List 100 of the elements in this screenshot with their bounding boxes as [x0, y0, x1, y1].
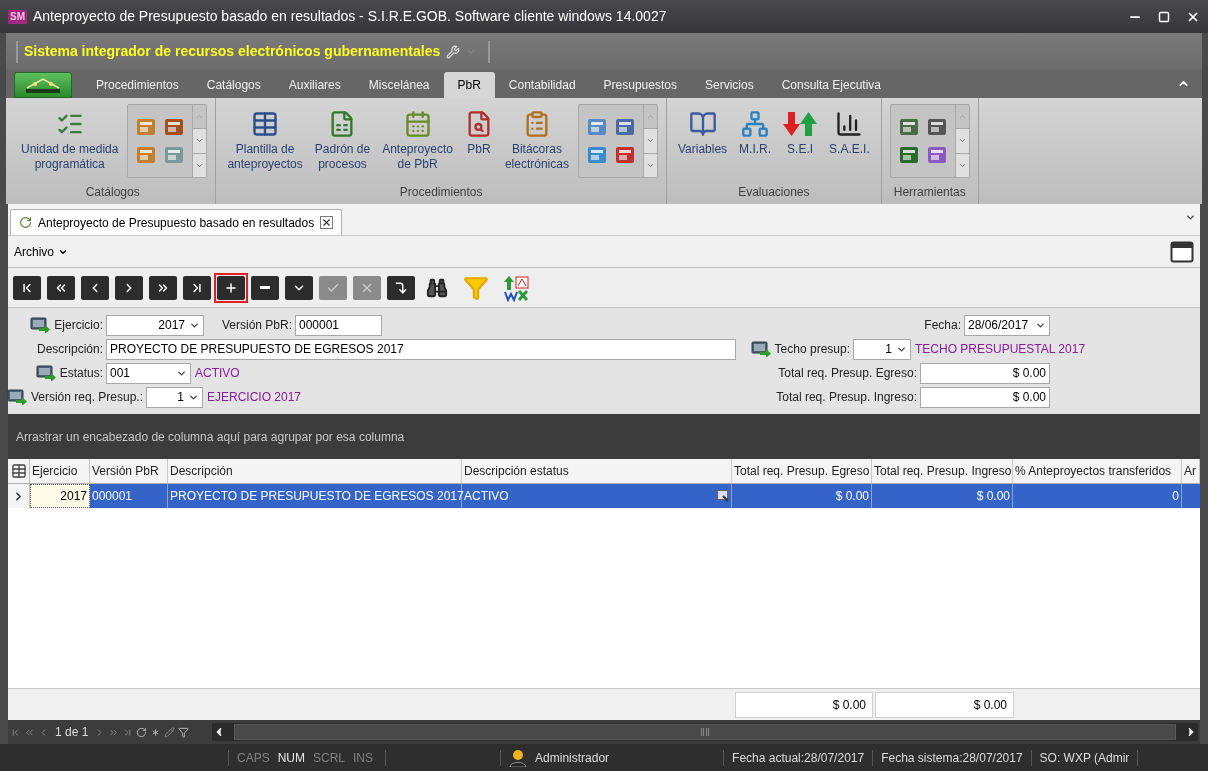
dropdown-field[interactable]: 28/06/2017 [964, 314, 1050, 336]
prev-page-button[interactable] [47, 275, 75, 300]
remove-button[interactable] [251, 275, 279, 300]
next-page-button[interactable] [149, 275, 177, 300]
archivo-menu[interactable]: Archivo [14, 242, 68, 261]
field-label: Descripción: [36, 341, 103, 358]
dropdown-field[interactable]: 1 [146, 386, 203, 408]
tile-icon[interactable] [164, 145, 185, 165]
logo-icon [23, 76, 63, 94]
app-menu-tab[interactable] [14, 72, 72, 98]
input-field[interactable]: PROYECTO DE PRESUPUESTO DE EGRESOS 2017 [106, 338, 736, 360]
maximize-icon[interactable] [1158, 10, 1170, 23]
first-button[interactable] [13, 275, 41, 300]
tile-icon[interactable] [898, 145, 919, 165]
last-button[interactable] [183, 275, 211, 300]
column-header[interactable]: Descripción estatus [462, 459, 732, 483]
ribbon-button[interactable]: PbR [461, 102, 496, 157]
ribbon-button[interactable]: S.A.E.I. [826, 102, 873, 157]
app-logo: SM [8, 9, 27, 24]
key-indicator: CAPS [237, 749, 270, 767]
column-header[interactable]: Ar [1182, 459, 1200, 483]
dropdown-field[interactable]: 1 [853, 338, 911, 360]
refresh-button[interactable] [387, 275, 415, 300]
window-title: Anteproyecto de Presupuesto basado en resultados - S.I.R.E.GOB. Software cliente windows 14.0027 [33, 7, 667, 26]
wrench-icon[interactable] [446, 44, 461, 59]
prev-button[interactable] [81, 275, 109, 300]
input-field[interactable]: $ 0.00 [920, 362, 1050, 384]
ribbon-tab[interactable]: Auxiliares [274, 72, 355, 98]
field-label: Techo presup: [774, 341, 850, 358]
field-description: EJERCICIO 2017 [207, 389, 302, 406]
edit-button[interactable] [285, 275, 313, 300]
table-row[interactable]: 2017 000001 PROYECTO DE PRESUPUESTO DE EGRESOS 2017ACTIVO $ 0.00 $ 0.00 0 [8, 484, 1200, 508]
tile-icon[interactable] [136, 145, 157, 165]
column-header[interactable]: % Anteproyectos transferidos [1013, 459, 1182, 483]
icon-gallery[interactable] [127, 104, 208, 178]
field-label: Total req. Presup. Ingreso: [776, 389, 917, 406]
tile-icon[interactable] [586, 145, 607, 165]
ribbon-tab[interactable]: Procedimientos [82, 72, 193, 98]
ribbon-button[interactable]: Padrón de procesos [311, 102, 374, 172]
status-item: Fecha sistema:28/07/2017 [881, 749, 1023, 767]
scroll-thumb[interactable] [234, 724, 1176, 740]
funnel-icon[interactable] [178, 726, 190, 738]
tab-list-icon[interactable] [1185, 212, 1196, 223]
field-value: 2017 [157, 317, 185, 334]
document-tab[interactable]: Anteproyecto de Presupuesto basado en resultados [10, 209, 343, 235]
ribbon-tab[interactable]: Servicios [690, 72, 768, 98]
field-value: 001 [110, 365, 132, 382]
table-cell: 2017 [30, 484, 90, 508]
tile-icon[interactable] [898, 117, 919, 137]
tile-icon[interactable] [136, 117, 157, 137]
export-icon [503, 273, 531, 302]
icon-gallery[interactable] [577, 104, 658, 178]
key-indicator: NUM [277, 749, 305, 767]
tile-icon[interactable] [926, 117, 947, 137]
ribbon-tab[interactable]: Miscelánea [354, 72, 444, 98]
tile-icon[interactable] [614, 145, 635, 165]
column-header[interactable]: Total req. Presup. Egreso [732, 459, 872, 483]
ribbon-button[interactable]: S.E.I [780, 102, 821, 157]
ribbon-button[interactable]: Unidad de medida programática [18, 102, 122, 172]
dropdown-field[interactable]: 001 [106, 362, 191, 384]
ribbon-button[interactable]: Bitácoras electrónicas [501, 102, 572, 172]
refresh-icon[interactable] [136, 726, 148, 738]
ribbon-group-label: Evaluaciones [737, 184, 811, 201]
close-icon[interactable] [320, 216, 334, 229]
tile-icon[interactable] [586, 117, 607, 137]
field-value: 1 [884, 341, 892, 358]
icon-gallery[interactable] [889, 104, 970, 178]
horizontal-scrollbar[interactable] [212, 723, 1198, 741]
ribbon-tab[interactable]: Presupuestos [589, 72, 691, 98]
total-cell: $ 0.00 [735, 691, 873, 718]
input-field[interactable]: 000001 [295, 314, 382, 336]
field-value: PROYECTO DE PRESUPUESTO DE EGRESOS 2017 [110, 341, 405, 358]
ribbon-button[interactable]: Anteproyecto de PbR [379, 102, 456, 172]
ribbon-tab[interactable]: Contabilidad [494, 72, 590, 98]
ribbon-group-label: Herramientas [892, 184, 967, 201]
field-value: $ 0.00 [1011, 389, 1046, 406]
column-header[interactable]: Total req. Presup. Ingreso [872, 459, 1013, 483]
record-counter: 1 de 1 [55, 724, 89, 741]
plus-icon [224, 280, 238, 295]
tile-icon[interactable] [614, 117, 635, 137]
book-icon [688, 110, 717, 138]
ribbon-button[interactable]: M.I.R. [736, 102, 775, 157]
first-record-icon[interactable] [10, 726, 21, 738]
user-name: Administrador [535, 749, 611, 767]
column-header[interactable]: Descripción [168, 459, 462, 483]
next-button[interactable] [115, 275, 143, 300]
tile-icon[interactable] [926, 145, 947, 165]
ribbon-button[interactable]: Plantilla de anteproyectos [224, 102, 306, 172]
input-field[interactable]: $ 0.00 [920, 386, 1050, 408]
column-header[interactable]: Versión PbR [90, 459, 168, 483]
edit-icon[interactable] [164, 726, 176, 738]
funnel-icon [463, 274, 489, 301]
tile-icon[interactable] [164, 117, 185, 137]
column-header[interactable]: Ejercicio [30, 459, 90, 483]
ribbon-tab[interactable]: Consulta Ejecutiva [767, 72, 896, 98]
ribbon-tab[interactable]: Catálogos [192, 72, 275, 98]
ribbon-tab[interactable]: PbR [443, 72, 495, 98]
ribbon-button[interactable]: Variables [674, 102, 731, 157]
window-icon[interactable] [1170, 240, 1194, 263]
dropdown-field[interactable]: 2017 [106, 314, 204, 336]
